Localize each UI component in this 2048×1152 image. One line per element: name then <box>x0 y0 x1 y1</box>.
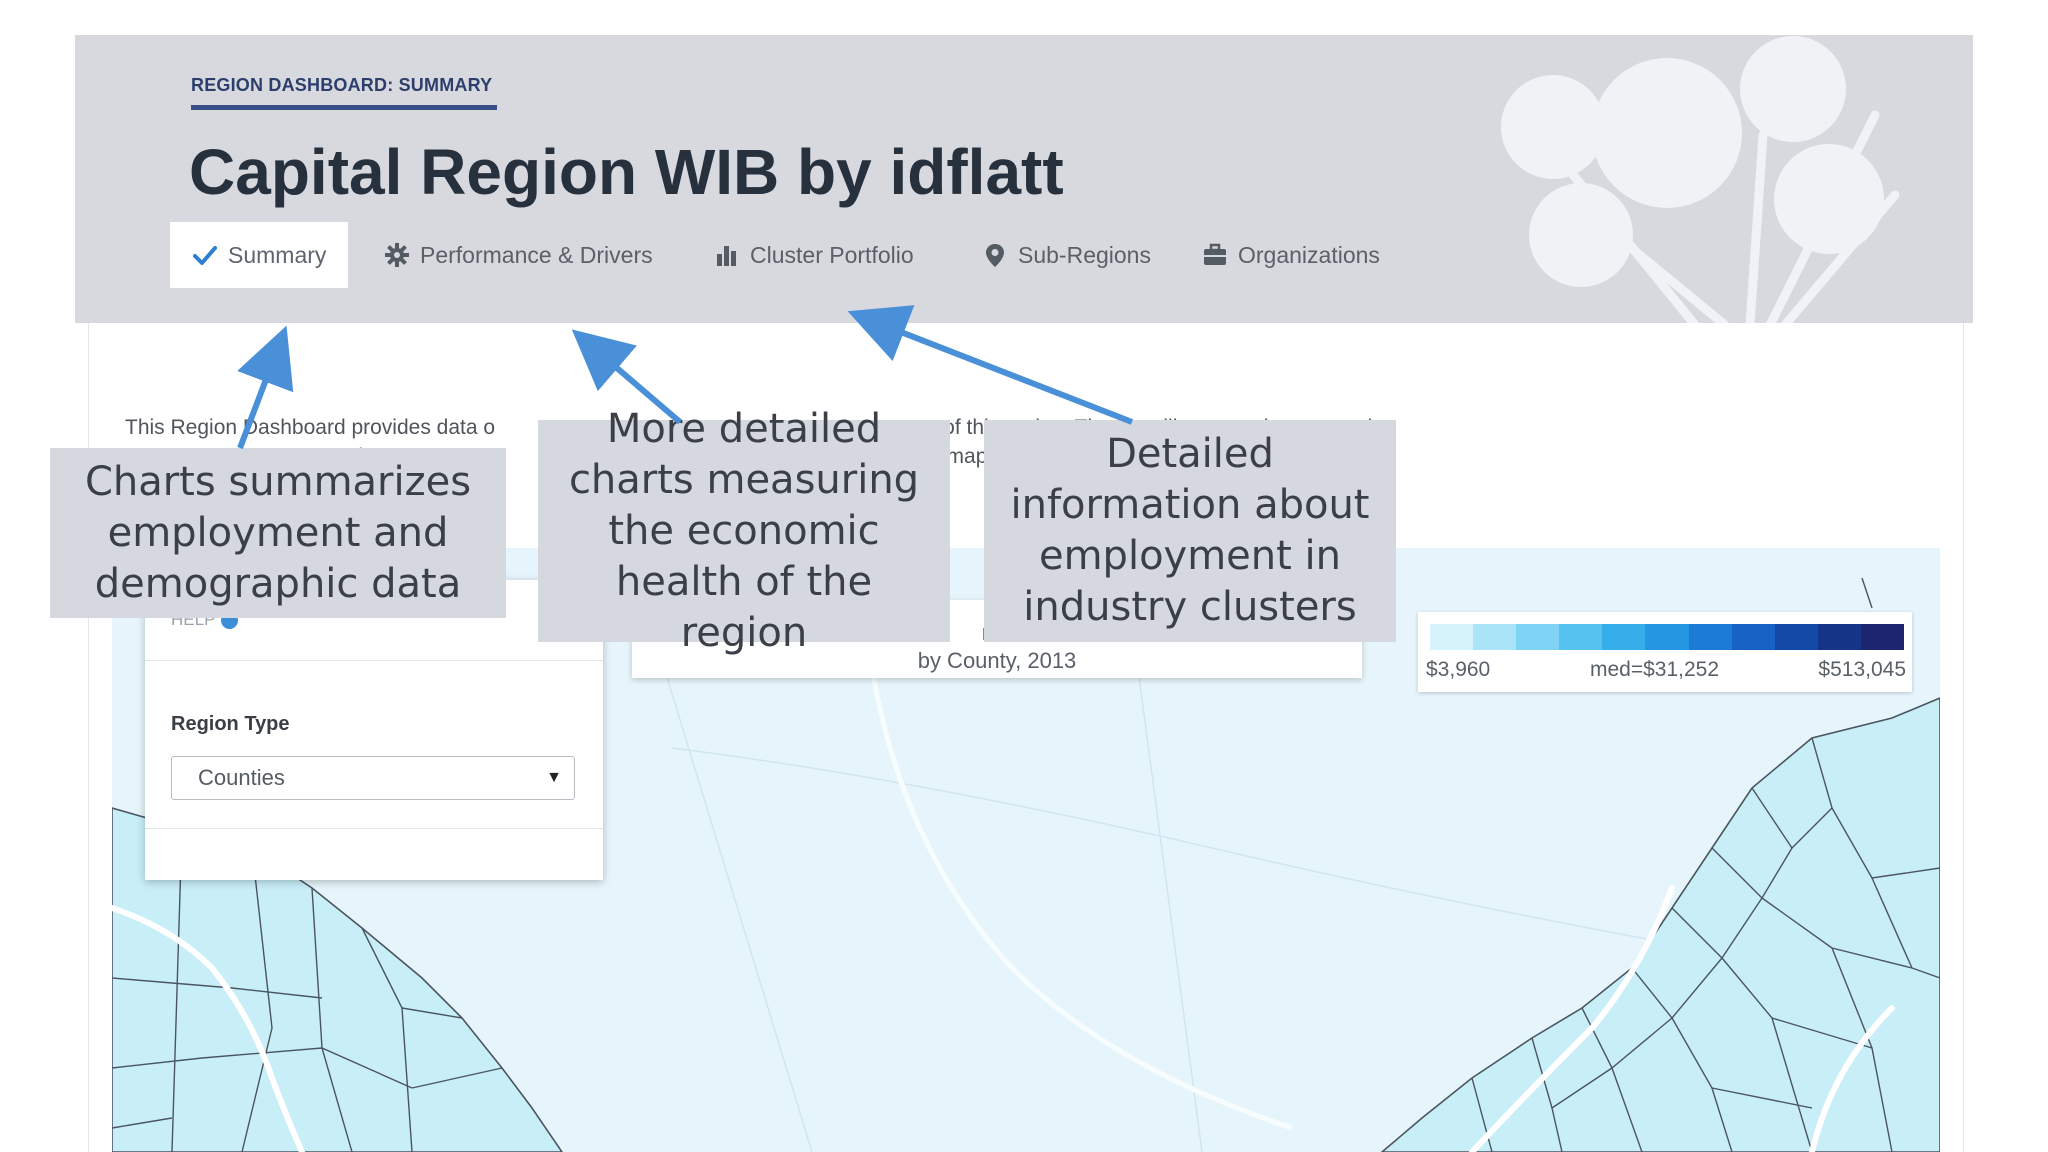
callout-performance-text: More detailed charts measuring the econo… <box>568 405 920 656</box>
legend-min-label: $3,960 <box>1426 658 1491 681</box>
logo-watermark <box>1501 36 1900 323</box>
legend-swatch <box>1731 624 1775 650</box>
callout-cluster-text: Detailed information about employment in… <box>1010 431 1370 630</box>
callout-cluster: Detailed information about employment in… <box>984 420 1396 642</box>
legend-swatch <box>1559 624 1603 650</box>
tab-summary[interactable]: Summary <box>170 222 349 288</box>
eyebrow-underline <box>191 105 497 110</box>
callout-summary-text: Charts summarizes employment and demogra… <box>84 458 472 607</box>
legend-swatch <box>1688 624 1732 650</box>
map-legend: $3,960 med=$31,252 $513,045 <box>1418 612 1912 692</box>
tab-summary-label: Summary <box>228 241 327 268</box>
right-counties <box>1380 697 1940 1152</box>
map-pin-icon <box>986 244 1004 267</box>
region-type-select[interactable]: Counties ▼ <box>171 756 575 800</box>
briefcase-icon <box>1204 243 1226 265</box>
river-line <box>869 667 1293 1131</box>
tab-organizations-label: Organizations <box>1238 241 1380 268</box>
tab-cluster-portfolio[interactable]: Cluster Portfolio <box>692 222 936 288</box>
legend-swatch <box>1602 624 1646 650</box>
callout-performance: More detailed charts measuring the econo… <box>538 406 950 656</box>
gear-icon <box>385 243 409 267</box>
slide: REGION DASHBOARD: SUMMARY Capital Region… <box>0 0 2048 1152</box>
legend-swatch <box>1645 624 1689 650</box>
legend-max-label: $513,045 <box>1818 658 1906 681</box>
tab-performance-drivers[interactable]: Performance & Drivers <box>362 222 675 288</box>
legend-swatch <box>1473 624 1517 650</box>
page-title: Capital Region WIB by idflatt <box>189 136 1064 208</box>
bar-chart-icon <box>717 246 736 266</box>
region-type-value: Counties <box>198 765 285 790</box>
caret-down-icon: ▼ <box>546 769 562 786</box>
legend-swatch <box>1430 624 1474 650</box>
breadcrumb-eyebrow: REGION DASHBOARD: SUMMARY <box>191 75 493 95</box>
divider <box>145 828 603 829</box>
check-icon <box>193 246 217 265</box>
tab-performance-label: Performance & Drivers <box>420 241 653 268</box>
tab-sub-regions[interactable]: Sub-Regions <box>960 222 1173 288</box>
callout-summary: Charts summarizes employment and demogra… <box>50 448 506 618</box>
tab-organizations[interactable]: Organizations <box>1180 222 1402 288</box>
tab-cluster-label: Cluster Portfolio <box>750 241 914 268</box>
legend-color-scale <box>1430 624 1905 650</box>
region-type-label: Region Type <box>171 713 290 735</box>
legend-swatch <box>1774 624 1818 650</box>
legend-median-label: med=$31,252 <box>1590 658 1720 681</box>
tab-sub-regions-label: Sub-Regions <box>1018 241 1151 268</box>
divider <box>145 660 603 661</box>
legend-swatch <box>1817 624 1861 650</box>
legend-swatch <box>1860 624 1905 650</box>
legend-swatch <box>1516 624 1560 650</box>
map-controls-card: HELP Region Type Counties ▼ <box>145 580 603 880</box>
